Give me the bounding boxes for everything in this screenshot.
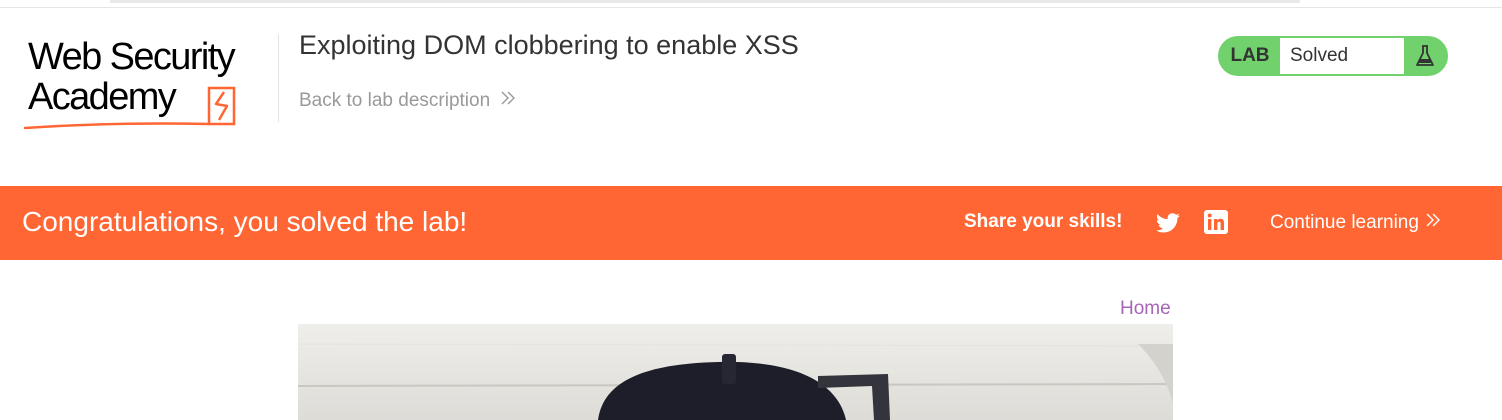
browser-top-edge bbox=[0, 0, 1502, 8]
double-chevron-right-icon bbox=[500, 90, 516, 112]
lab-tag: LAB bbox=[1230, 45, 1270, 66]
blog-hero-image bbox=[298, 324, 1173, 420]
linkedin-icon[interactable] bbox=[1204, 210, 1228, 234]
lab-header: Web Security Academy Exploiting DOM clob… bbox=[0, 8, 1502, 186]
lab-status-value: Solved bbox=[1280, 38, 1404, 74]
congratulations-message: Congratulations, you solved the lab! bbox=[22, 206, 468, 237]
back-to-lab-description-link[interactable]: Back to lab description bbox=[299, 90, 516, 112]
flask-icon bbox=[1404, 38, 1446, 74]
solved-banner: Congratulations, you solved the lab! Sha… bbox=[0, 186, 1502, 260]
back-link-label: Back to lab description bbox=[299, 90, 491, 111]
twitter-icon[interactable] bbox=[1155, 210, 1181, 236]
lab-title: Exploiting DOM clobbering to enable XSS bbox=[299, 30, 799, 60]
horizontal-scrollbar[interactable] bbox=[110, 0, 1300, 3]
continue-learning-link[interactable]: Continue learning bbox=[1270, 212, 1441, 234]
share-skills-label: Share your skills! bbox=[964, 211, 1123, 232]
lab-status-widget: LAB Solved bbox=[1218, 36, 1448, 76]
continue-learning-label: Continue learning bbox=[1270, 212, 1419, 233]
header-divider bbox=[278, 34, 279, 122]
home-link[interactable]: Home bbox=[1120, 298, 1171, 320]
web-security-academy-logo[interactable]: Web Security Academy bbox=[24, 36, 276, 132]
double-chevron-right-icon bbox=[1425, 212, 1441, 234]
logo-swoosh-icon bbox=[24, 86, 236, 130]
